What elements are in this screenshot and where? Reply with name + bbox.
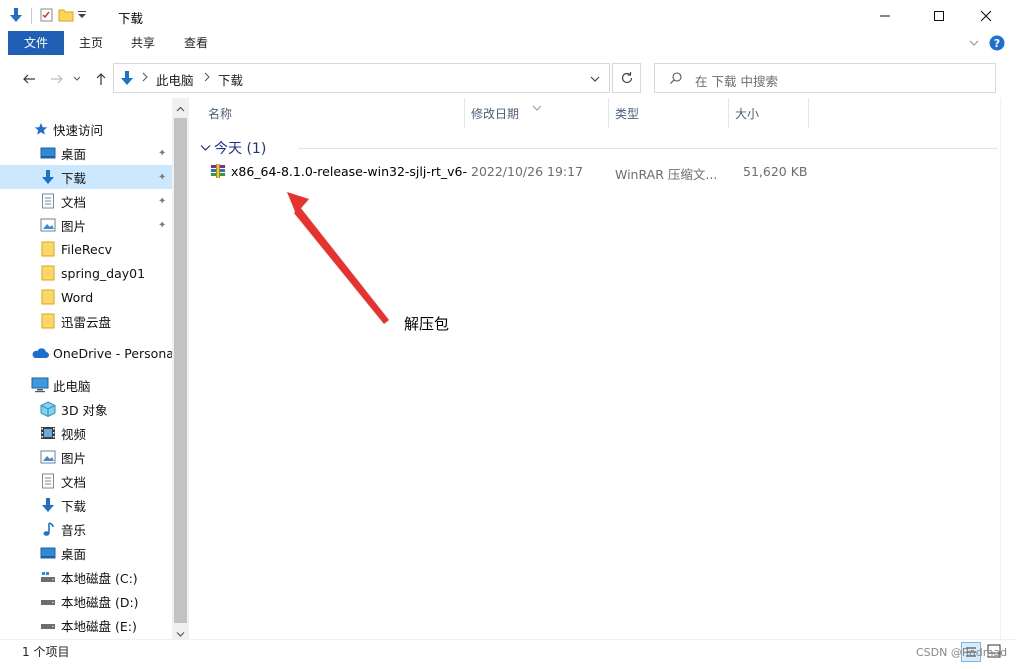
- annotation-label: 解压包: [404, 315, 450, 333]
- annotation-arrow: [287, 192, 389, 324]
- watermark: CSDN @Rodmad: [916, 646, 1008, 659]
- file-explorer-window: 下载 文件 主页 共享 查看 ? 此电脑 下载 在 下载 中搜索 快速访问 桌面…: [0, 0, 1016, 669]
- item-count: 1 个项目: [22, 645, 70, 659]
- status-bar: 1 个项目 CSDN @Rodmad: [0, 639, 1016, 669]
